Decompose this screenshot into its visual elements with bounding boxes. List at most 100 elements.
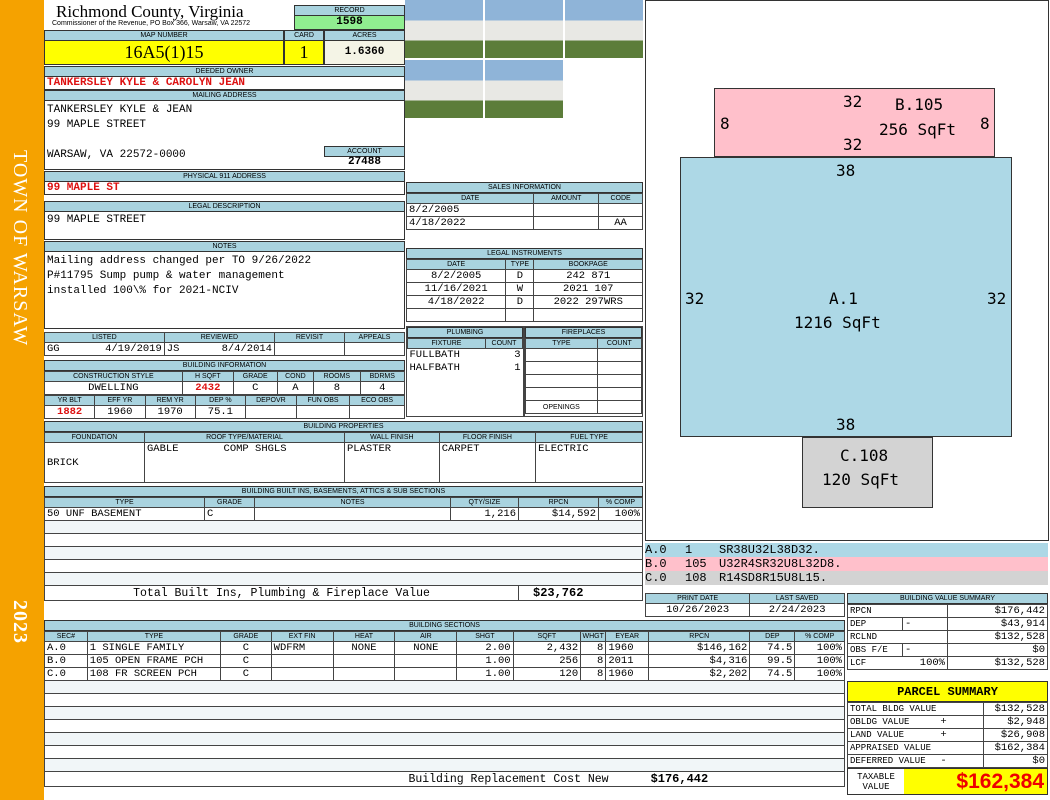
owner-name: TANKERSLEY KYLE & CAROLYN JEAN <box>44 76 405 90</box>
construction-style: DWELLING <box>44 381 183 395</box>
col-header: FIXTURE <box>407 338 486 349</box>
built-ins: BUILDING BUILT INS, BASEMENTS, ATTICS & … <box>44 486 643 601</box>
property-photo[interactable] <box>565 0 643 58</box>
listed-label: LISTED <box>44 332 165 343</box>
col-header: SHGT <box>456 631 514 642</box>
dim-label: 8 <box>980 114 990 133</box>
summary-modifier: - <box>938 754 984 768</box>
summary-modifier: - <box>902 617 948 631</box>
dim-label: 32 <box>843 135 863 154</box>
card-number: 1 <box>284 40 324 65</box>
col-header: SQFT <box>512 631 582 642</box>
sidebar: TOWN OF WARSAW 2023 <box>0 0 44 800</box>
section-comp: 100% <box>794 667 845 681</box>
section-shgt: 1.00 <box>456 654 514 668</box>
legal-instruments: LEGAL INSTRUMENTS DATE TYPE BOOKPAGE 8/2/2… <box>405 248 643 322</box>
summary-value: $132,528 <box>947 656 1048 670</box>
section-comp: 100% <box>794 641 845 655</box>
section-ext-fin <box>270 654 334 668</box>
roof-material: COMP SHGLS <box>223 443 287 455</box>
dim-label: 8 <box>720 114 730 133</box>
section-grade: C <box>220 654 272 668</box>
legal-description: 99 MAPLE STREET <box>44 211 405 240</box>
dates: PRINT DATE LAST SAVED 10/26/2023 2/24/2023 <box>644 593 845 617</box>
code-sec: A.0 <box>645 543 667 557</box>
instrument-bookpage: 2022 297WRS <box>533 295 643 309</box>
dim-label: 38 <box>836 415 856 434</box>
summary-label: DEFERRED VALUE <box>847 754 939 768</box>
dim-label: 32 <box>685 289 705 308</box>
section-whgt: 8 <box>580 654 607 668</box>
summary-label: DEP <box>847 617 903 631</box>
col-header: ROOMS <box>313 371 361 382</box>
section-dep: 74.5 <box>749 641 796 655</box>
appeals-value <box>344 342 405 356</box>
summary-label: OBLDG VALUE <box>847 715 939 729</box>
floor-finish: CARPET <box>438 442 537 483</box>
summary-modifier <box>902 604 948 618</box>
col-header: COUNT <box>596 338 643 349</box>
summary-modifier: - <box>902 643 948 657</box>
summary-row: OBLDG VALUE + $2,948 <box>847 715 1049 729</box>
section-heat <box>332 667 396 681</box>
col-header: BDRMS <box>359 371 406 382</box>
building-info: BUILDING INFORMATION CONSTRUCTION STYLE H… <box>43 360 406 419</box>
instrument-type: D <box>505 269 535 283</box>
rooms: 8 <box>313 381 361 395</box>
sale-amount <box>533 203 600 217</box>
summary-row: LCF 100% $132,528 <box>847 656 1048 670</box>
property-photo[interactable] <box>485 60 563 118</box>
col-header: AMOUNT <box>533 193 600 204</box>
grade: C <box>232 381 278 395</box>
section-dep: 74.5 <box>749 667 796 681</box>
property-photo[interactable] <box>405 60 483 118</box>
col-header: CODE <box>598 193 643 204</box>
mailing-line: TANKERSLEY KYLE & JEAN <box>47 104 193 116</box>
fireplaces-label: FIREPLACES <box>525 327 642 338</box>
col-header: EFF YR <box>94 395 146 406</box>
summary-modifier: + <box>938 715 984 729</box>
instrument-bookpage: 2021 107 <box>533 282 643 296</box>
summary-row: DEFERRED VALUE - $0 <box>847 754 1049 768</box>
col-header: EXT FIN <box>270 631 334 642</box>
sketch-codes: A.0 1 SR38U32L38D32. B.0 105 U32R4SR32U8L32D… <box>645 543 1048 585</box>
code-sec: C.0 <box>645 571 667 585</box>
section-rpcn: $146,162 <box>648 641 751 655</box>
table-row: B.0 105 OPEN FRAME PCH C 1.00 256 8 2011 $4,316… <box>44 654 845 668</box>
code-path: SR38U32L38D32. <box>719 543 820 557</box>
section-ext-fin <box>270 667 334 681</box>
col-header: DATE <box>405 193 535 204</box>
section-sec-num: C.0 <box>44 667 88 681</box>
section-heat: NONE <box>332 641 396 655</box>
summary-row: APPRAISED VALUE $162,384 <box>847 741 1049 755</box>
map-number: 16A5(1)15 <box>44 40 284 65</box>
section-type: 105 OPEN FRAME PCH <box>86 654 222 668</box>
property-photo[interactable] <box>405 0 483 58</box>
building-value-summary: BUILDING VALUE SUMMARY RPCN $176,442 DEP - $… <box>847 593 1048 670</box>
revisit-label: REVISIT <box>274 332 345 343</box>
instrument-date: 8/2/2005 <box>405 269 507 283</box>
col-header: SEC# <box>44 631 88 642</box>
summary-value: $176,442 <box>947 604 1048 618</box>
section-grade: C <box>220 667 272 681</box>
summary-value: $2,948 <box>982 715 1049 729</box>
summary-row: OBS F/E - $0 <box>847 643 1048 657</box>
col-header: CONSTRUCTION STYLE <box>44 371 183 382</box>
summary-label: LAND VALUE <box>847 728 939 742</box>
builtin-grade: C <box>204 507 255 521</box>
section-air <box>394 654 458 668</box>
reviewed-date: 8/4/2014 <box>190 342 276 356</box>
fireplaces: FIREPLACES TYPE COUNT OPENINGS <box>524 326 643 417</box>
notes: Mailing address changed per TO 9/26/2022… <box>44 251 405 329</box>
code-path: R14SD8R15U8L15. <box>719 571 828 585</box>
property-photo[interactable] <box>485 0 563 58</box>
col-header: COUNT <box>484 338 524 349</box>
col-header: WHGT <box>580 631 607 642</box>
sales-label: SALES INFORMATION <box>406 182 643 193</box>
dim-label: 32 <box>987 289 1007 308</box>
table-row: A.0 1 SINGLE FAMILY C WDFRM NONE NONE 2.00 2,43… <box>44 641 845 655</box>
section-heat <box>332 654 396 668</box>
fun-obs <box>295 405 351 419</box>
section-eyear: 2011 <box>605 654 650 668</box>
section-grade: C <box>220 641 272 655</box>
